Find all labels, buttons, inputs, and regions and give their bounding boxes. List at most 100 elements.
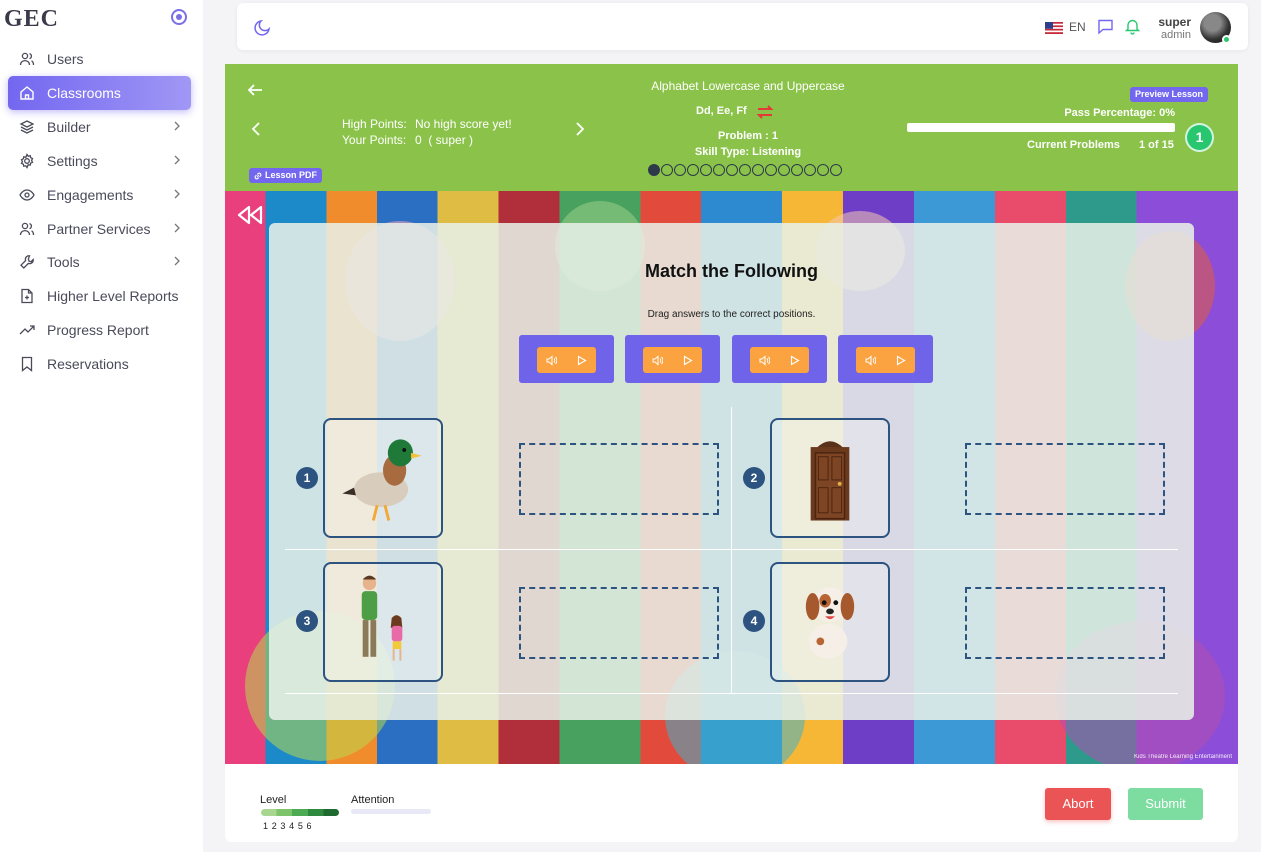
sidebar-item-progress-report[interactable]: Progress Report [8,314,191,346]
problem-dot[interactable] [765,164,777,176]
chevron-right-icon [174,256,180,266]
answer-drop-zone[interactable] [965,587,1165,659]
abort-button[interactable]: Abort [1045,788,1111,820]
audio-answer-card[interactable] [838,335,933,383]
sidebar-item-label: Builder [47,119,91,135]
match-activity-panel: Match the Following Drag answers to the … [269,223,1194,720]
moon-icon[interactable] [254,18,272,36]
dog-picture [770,562,890,682]
back-arrow-icon[interactable] [247,82,263,98]
play-icon[interactable] [576,355,587,366]
sidebar-item-label: Classrooms [47,85,121,101]
bell-icon[interactable] [1124,17,1141,35]
play-icon[interactable] [789,355,800,366]
sidebar-item-settings[interactable]: Settings [8,145,191,177]
audio-answer-card[interactable] [519,335,614,383]
chevron-right-icon [174,155,180,165]
problem-dot[interactable] [739,164,751,176]
app-logo[interactable]: GEC [4,6,59,33]
level-label: Level [260,794,287,806]
problem-dot[interactable] [674,164,686,176]
rewind-icon[interactable] [237,205,263,225]
swap-icon[interactable] [755,102,775,122]
sidebar-item-partner-services[interactable]: Partner Services [8,213,191,245]
attention-label: Attention [351,794,395,806]
user-name[interactable]: super [1155,15,1191,29]
sidebar-item-builder[interactable]: Builder [8,111,191,143]
language-selector[interactable]: EN [1069,20,1086,34]
problem-dot[interactable] [817,164,829,176]
users-icon [19,221,35,237]
bookmark-icon [19,356,35,372]
preview-lesson-button[interactable]: Preview Lesson [1130,87,1209,102]
link-icon [254,172,262,179]
answer-drop-zone[interactable] [965,443,1165,515]
level-numbers: 123456 [263,821,316,831]
audio-controls[interactable] [537,347,596,373]
high-points-label: High Points: [342,117,407,131]
play-icon[interactable] [895,355,906,366]
problem-dot[interactable] [791,164,803,176]
chevron-right-icon [174,189,180,199]
problem-dot[interactable] [661,164,673,176]
dad-picture [323,562,443,682]
sidebar-item-higher-level-reports[interactable]: Higher Level Reports [8,280,191,312]
sidebar-toggle-icon[interactable] [171,9,187,25]
play-icon[interactable] [682,355,693,366]
us-flag-icon[interactable] [1045,22,1063,34]
activity-stage: Kids Theatre Learning Entertainment Matc… [225,191,1238,764]
sidebar-item-label: Tools [47,254,80,270]
sidebar-item-classrooms[interactable]: Classrooms [8,76,191,110]
skill-type: Skill Type: Listening [694,146,802,158]
sidebar-item-tools[interactable]: Tools [8,246,191,278]
previous-problem-icon[interactable] [251,122,261,136]
level-bar [261,809,339,816]
sidebar-item-label: Progress Report [47,322,149,338]
sidebar: GEC Users Classrooms Builder Settings En… [0,0,203,852]
lesson-footer: Level 123456 Attention Abort Submit [225,764,1238,842]
lesson-letters: Dd, Ee, Ff [696,105,747,117]
submit-button[interactable]: Submit [1128,788,1203,820]
problem-dot[interactable] [804,164,816,176]
sidebar-item-engagements[interactable]: Engagements [8,179,191,211]
layers-icon [19,119,35,135]
volume-icon[interactable] [546,354,558,366]
attention-bar [351,809,431,814]
trending-up-icon [19,322,35,338]
chat-icon[interactable] [1097,18,1114,35]
audio-answer-card[interactable] [732,335,827,383]
volume-icon[interactable] [652,354,664,366]
problem-dot[interactable] [687,164,699,176]
volume-icon[interactable] [759,354,771,366]
audio-answer-card[interactable] [625,335,720,383]
item-number-badge: 2 [743,467,765,489]
audio-controls[interactable] [643,347,702,373]
current-problem-badge: 1 [1185,123,1214,152]
chevron-right-icon [174,223,180,233]
problem-dot[interactable] [726,164,738,176]
sidebar-item-label: Reservations [47,356,129,372]
problem-dot[interactable] [778,164,790,176]
problem-dot[interactable] [700,164,712,176]
audio-controls[interactable] [750,347,809,373]
problem-dot[interactable] [713,164,725,176]
volume-icon[interactable] [865,354,877,366]
problem-dot[interactable] [648,164,660,176]
problem-dot[interactable] [752,164,764,176]
answer-drop-zone[interactable] [519,587,719,659]
audio-controls[interactable] [856,347,915,373]
answer-drop-zone[interactable] [519,443,719,515]
file-plus-icon [19,288,35,304]
current-problems-label: Current Problems [1027,139,1120,151]
next-problem-icon[interactable] [575,122,585,136]
online-status-dot [1222,35,1231,44]
lesson-header: High Points: No high score yet! Your Poi… [225,64,1238,191]
sidebar-item-reservations[interactable]: Reservations [8,348,191,380]
problem-dot[interactable] [830,164,842,176]
sidebar-item-users[interactable]: Users [8,43,191,75]
lesson-pdf-button[interactable]: Lesson PDF [249,168,323,183]
duck-picture [323,418,443,538]
activity-title: Match the Following [645,261,818,281]
gear-icon [19,153,35,169]
pass-progress-bar [907,123,1175,132]
